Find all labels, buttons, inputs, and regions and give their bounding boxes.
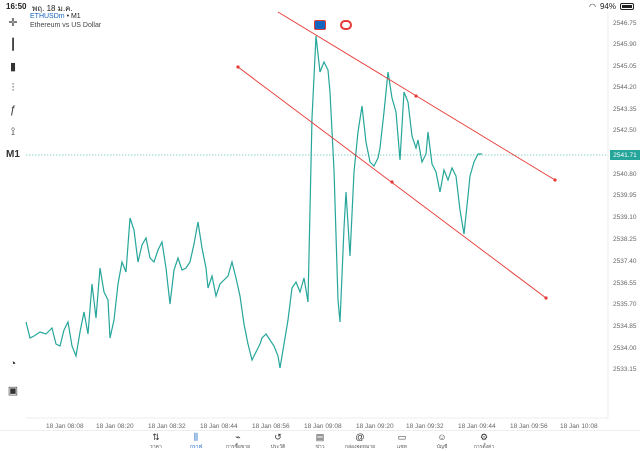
speedometer-icon[interactable]: ◔: [5, 356, 21, 372]
price-axis-label: 2538.25: [613, 236, 637, 243]
price-axis-label: 2539.95: [613, 192, 637, 199]
account-icon: ☺: [437, 432, 447, 442]
timeframe-button[interactable]: M1: [5, 146, 21, 162]
price-axis-label: 2540.80: [613, 171, 637, 178]
wifi-icon: ◠: [589, 2, 596, 11]
nav-label: บัญชี: [436, 444, 448, 450]
nav-label: ประวัติ: [270, 444, 286, 450]
price-axis-label: 2535.70: [613, 301, 637, 308]
price-axis-label: 2534.00: [613, 345, 637, 352]
nav-label: ข่าว: [315, 444, 325, 450]
bottom-navigation: ⇅ ราคา ⫼ กราฟ ⌁ การซื้อขาย ↺ ประวัติ ▤ ข่าว @ กล่อง…: [0, 430, 640, 450]
nav-label: กราฟ: [189, 444, 203, 450]
battery-level: 94%: [599, 2, 616, 11]
nav-item-settings[interactable]: ⚙ การตั้งค่า: [464, 433, 504, 451]
nav-item-quotes[interactable]: ⇅ ราคา: [136, 433, 176, 451]
battery-icon: [620, 3, 634, 10]
nav-item-chat[interactable]: ▭ แชท: [382, 433, 422, 451]
time-axis-label: 18 Jan 08:44: [200, 423, 238, 430]
upper-trendline: [277, 11, 556, 181]
trade-icon: ⌁: [235, 432, 241, 442]
buy-sell-indicator-icon[interactable]: [314, 20, 326, 30]
upper-trendline-end: [553, 178, 557, 182]
symbol-name: ETHUSDm: [30, 13, 65, 20]
price-axis-label: 2537.40: [613, 258, 637, 265]
current-price-tag: 2541.71: [610, 150, 640, 160]
one-click-trading-icon[interactable]: ▣: [5, 382, 21, 398]
price-axis-label: 2545.05: [613, 63, 637, 70]
nav-item-account[interactable]: ☺ บัญชี: [422, 433, 462, 451]
time-axis-label: 18 Jan 09:56: [510, 423, 548, 430]
price-axis-label: 2542.50: [613, 127, 637, 134]
history-icon: ↺: [274, 432, 282, 442]
nav-item-history[interactable]: ↺ ประวัติ: [258, 433, 298, 451]
symbol-timeframe: • M1: [64, 13, 81, 20]
news-icon: ▤: [315, 432, 325, 442]
price-axis-label: 2546.75: [613, 20, 637, 27]
price-chart: [25, 11, 609, 419]
candlestick-icon[interactable]: ┃: [5, 36, 21, 52]
nav-label: กล่องจดหมาย: [344, 444, 376, 450]
nav-label: แชท: [397, 444, 407, 450]
status-time: 16:50: [6, 2, 27, 11]
function-icon[interactable]: ƒ: [5, 102, 21, 118]
lower-trendline-anchor: [390, 180, 394, 184]
mailbox-icon: @: [355, 432, 365, 442]
time-axis-label: 18 Jan 10:08: [560, 423, 598, 430]
nav-label: การซื้อขาย: [225, 444, 251, 450]
status-bar: 16:50 พฤ. 18 ม.ค. ◠ 94%: [0, 0, 640, 13]
time-axis-label: 18 Jan 09:08: [304, 423, 342, 430]
price-axis-label: 2534.85: [613, 323, 637, 330]
symbol-description: Ethereum vs US Dollar: [30, 22, 102, 29]
price-axis-label: 2533.15: [613, 366, 637, 373]
price-axis-label: 2539.10: [613, 214, 637, 221]
time-axis-label: 18 Jan 09:32: [406, 423, 444, 430]
chat-icon: ▭: [397, 432, 407, 442]
time-axis-label: 18 Jan 08:56: [252, 423, 290, 430]
price-axis-label: 2544.20: [613, 84, 637, 91]
time-axis-label: 18 Jan 08:32: [148, 423, 186, 430]
status-right: ◠ 94%: [589, 2, 634, 11]
time-axis-label: 18 Jan 08:20: [96, 423, 134, 430]
price-axis-label: 2536.55: [613, 280, 637, 287]
bar-chart-icon[interactable]: ▮: [5, 58, 21, 74]
upper-trendline-anchor: [414, 94, 418, 98]
nav-item-chart[interactable]: ⫼ กราฟ: [176, 433, 216, 451]
chart-icon: ⫼: [193, 432, 199, 442]
indicators-icon[interactable]: ⫶: [5, 80, 21, 96]
depth-of-market-icon[interactable]: [340, 20, 352, 30]
crosshair-icon[interactable]: ✛: [5, 14, 21, 30]
time-axis-label: 18 Jan 09:20: [356, 423, 394, 430]
time-axis-label: 18 Jan 09:44: [458, 423, 496, 430]
settings-icon: ⚙: [479, 432, 489, 442]
nav-item-trade[interactable]: ⌁ การซื้อขาย: [218, 433, 258, 451]
lower-trendline: [237, 66, 547, 299]
left-toolbar: ✛ ┃ ▮ ⫶ ƒ ⟟ M1 ◔ ▣: [0, 14, 26, 404]
lower-trendline-end: [544, 296, 548, 300]
lower-trendline-start: [236, 65, 240, 69]
symbol-title[interactable]: ETHUSDm • M1: [30, 13, 81, 20]
objects-icon[interactable]: ⟟: [5, 124, 21, 140]
price-axis-label: 2545.90: [613, 41, 637, 48]
nav-label: ราคา: [150, 444, 162, 450]
nav-item-news[interactable]: ▤ ข่าว: [300, 433, 340, 451]
time-axis-label: 18 Jan 08:08: [46, 423, 84, 430]
nav-label: การตั้งค่า: [473, 444, 495, 450]
quotes-icon: ⇅: [152, 432, 160, 442]
price-series-line: [25, 35, 482, 369]
price-axis-label: 2543.35: [613, 106, 637, 113]
nav-item-mailbox[interactable]: @ กล่องจดหมาย: [340, 433, 380, 451]
